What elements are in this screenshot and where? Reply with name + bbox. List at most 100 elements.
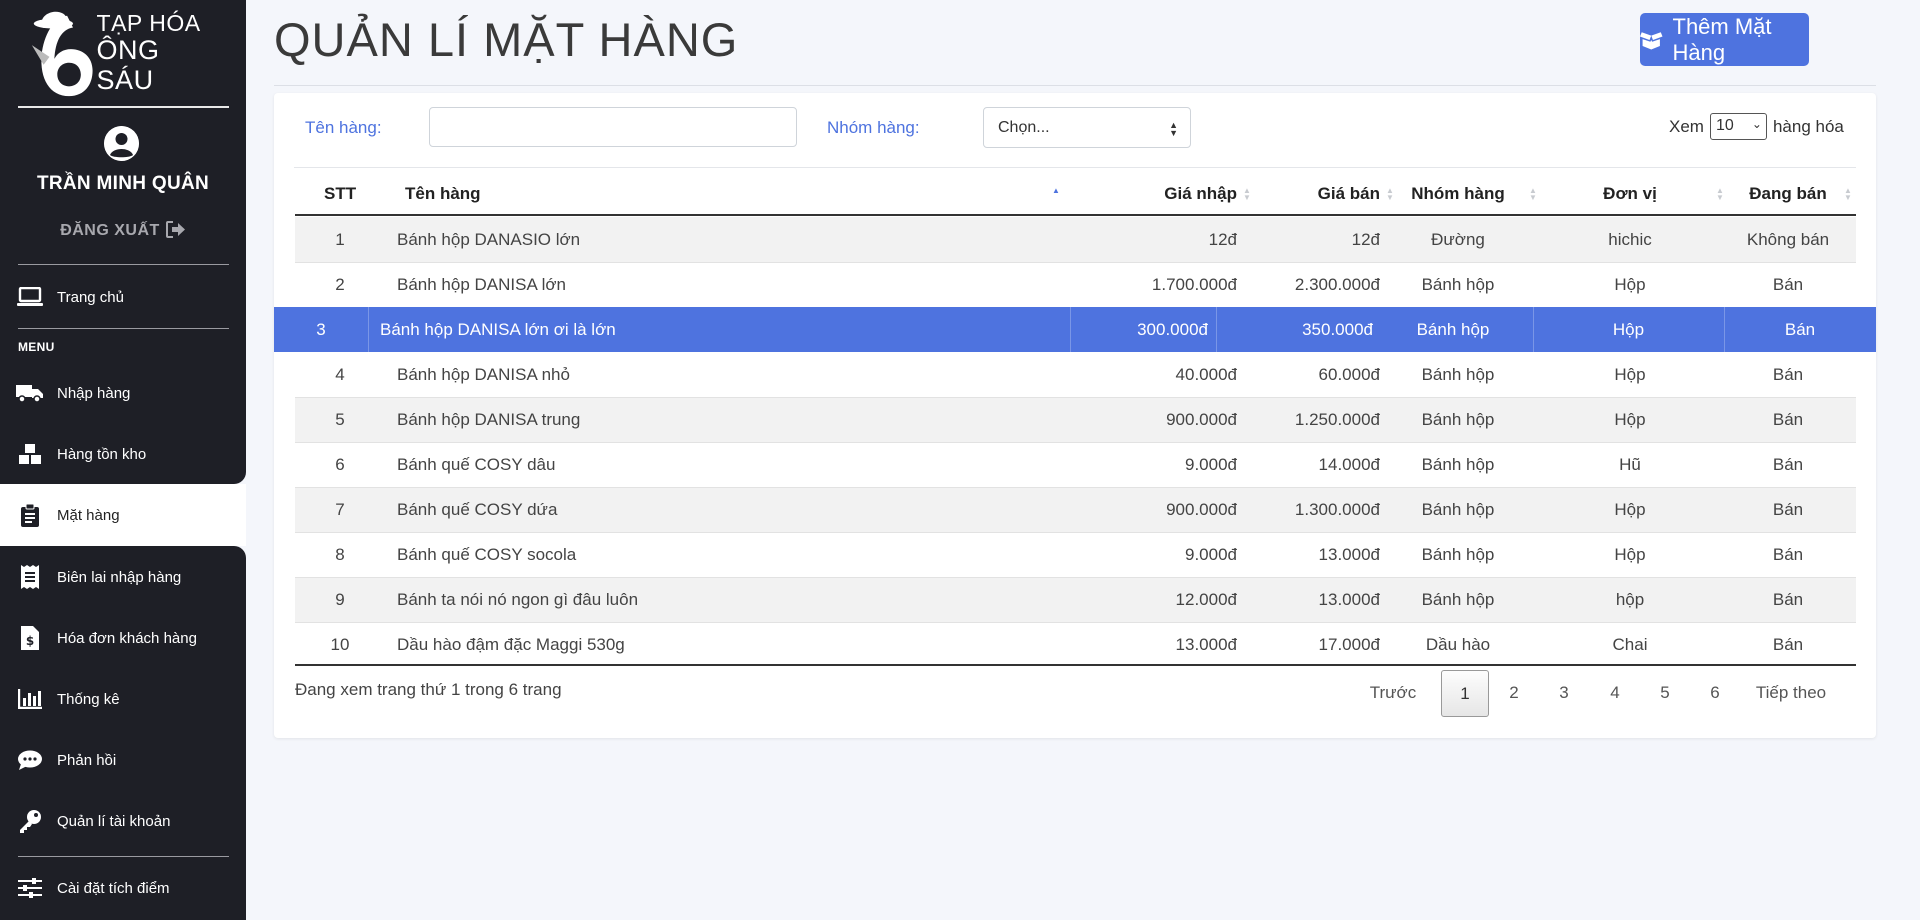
cell-group: Bánh hộp — [1421, 455, 1495, 474]
logout-label: ĐĂNG XUẤT — [60, 222, 160, 239]
cell-stt: 5 — [335, 410, 345, 429]
cell-stt: 7 — [335, 500, 345, 519]
cell-group: Đường — [1431, 230, 1485, 249]
sidebar-item-statistics[interactable]: Thống kê — [0, 677, 246, 721]
column-header-group[interactable]: Nhóm hàng — [1393, 173, 1523, 214]
cell-stt: 9 — [335, 590, 345, 609]
sort-icon[interactable]: ▲ ▼ — [1716, 187, 1724, 202]
name-filter-label: Tên hàng: — [305, 118, 382, 137]
cell-group: Bánh hộp — [1421, 275, 1495, 294]
user-avatar-icon — [104, 126, 139, 161]
box-open-icon — [1640, 31, 1663, 50]
column-header-import-price[interactable]: Giá nhập — [1082, 173, 1237, 214]
sidebar-item-label: Phản hồi — [57, 751, 117, 769]
sidebar-item-label: Quản lí tài khoản — [57, 812, 171, 830]
sidebar-item-customer-invoices[interactable]: $ Hóa đơn khách hàng — [0, 616, 246, 660]
cell-name: Bánh quế COSY dứa — [397, 500, 558, 519]
cell-sale-price: 2.300.000đ — [1294, 275, 1380, 294]
menu-section-label: MENU — [18, 340, 55, 354]
table-bottom-border — [295, 664, 1856, 666]
table-row[interactable]: 7 Bánh quế COSY dứa 900.000đ 1.300.000đ … — [295, 487, 1856, 532]
pagination-page-3[interactable]: 3 — [1541, 670, 1587, 715]
group-filter-select[interactable]: Chọn... ▲ ▼ — [983, 107, 1191, 148]
cell-stt: 1 — [335, 230, 345, 249]
sidebar-item-feedback[interactable]: Phản hồi — [0, 738, 246, 782]
boxes-icon — [16, 442, 44, 466]
cell-unit: Hộp — [1614, 365, 1646, 384]
receipt-icon — [16, 565, 44, 589]
cell-on-sale: Bán — [1772, 590, 1804, 609]
cell-import-price: 1.700.000đ — [1151, 275, 1237, 294]
user-divider — [18, 264, 229, 265]
column-header-name[interactable]: Tên hàng — [405, 173, 481, 214]
table-row[interactable]: 6 Bánh quế COSY dâu 9.000đ 14.000đ Bánh … — [295, 442, 1856, 487]
pagination-page-4[interactable]: 4 — [1592, 670, 1638, 715]
app-logo[interactable]: TẠP HÓA ÔNG SÁU — [24, 4, 222, 102]
table-row[interactable]: 8 Bánh quế COSY socola 9.000đ 13.000đ Bá… — [295, 532, 1856, 577]
column-header-on-sale[interactable]: Đang bán — [1728, 173, 1848, 214]
row-divider — [295, 262, 1856, 263]
cell-group: Bánh hộp — [1421, 365, 1495, 384]
laptop-icon — [16, 285, 44, 309]
table-row[interactable]: 1 Bánh hộp DANASIO lớn 12đ 12đ Đường hic… — [295, 217, 1856, 262]
column-header-unit[interactable]: Đơn vị — [1550, 173, 1710, 214]
chart-icon — [16, 687, 44, 711]
chevron-down-icon: ⌄ — [1751, 117, 1762, 131]
sidebar-item-import-receipts[interactable]: Biên lai nhập hàng — [0, 555, 246, 599]
table-row-selected[interactable]: 3 Bánh hộp DANISA lớn ơi là lớn 300.000đ… — [274, 307, 1876, 352]
cell-import-price: 300.000đ — [1137, 320, 1208, 339]
cell-sale-price: 12đ — [1351, 230, 1380, 249]
logo-line-2: ÔNG SÁU — [96, 34, 160, 95]
sort-icon[interactable]: ▲ ▼ — [1529, 187, 1537, 202]
sidebar-item-home[interactable]: Trang chủ — [0, 275, 246, 319]
table-row[interactable]: 5 Bánh hộp DANISA trung 900.000đ 1.250.0… — [295, 397, 1856, 442]
cell-import-price: 9.000đ — [1185, 455, 1237, 474]
sidebar-item-points-settings[interactable]: Cài đặt tích điểm — [0, 866, 246, 910]
table-row[interactable]: 4 Bánh hộp DANISA nhỏ 40.000đ 60.000đ Bá… — [295, 352, 1856, 397]
sidebar-bottom-panel — [0, 546, 246, 920]
cell-import-price: 9.000đ — [1185, 545, 1237, 564]
filter-divider — [294, 167, 1856, 168]
pagination-page-5[interactable]: 5 — [1642, 670, 1688, 715]
row-divider — [295, 487, 1856, 488]
pagination-next[interactable]: Tiếp theo — [1746, 670, 1836, 715]
page-size-select[interactable]: 10 ⌄ — [1709, 113, 1767, 140]
cell-group: Bánh hộp — [1421, 500, 1495, 519]
sort-asc-icon[interactable]: ▲ — [1052, 187, 1060, 195]
table-row[interactable]: 2 Bánh hộp DANISA lớn 1.700.000đ 2.300.0… — [295, 262, 1856, 307]
column-separator — [368, 307, 369, 352]
column-header-sale-price[interactable]: Giá bán — [1230, 173, 1380, 214]
pagination-page-1[interactable]: 1 — [1441, 670, 1489, 717]
pagination-prev[interactable]: Trước — [1364, 670, 1422, 715]
cell-sale-price: 14.000đ — [1318, 455, 1380, 474]
sidebar-item-inventory[interactable]: Hàng tồn kho — [0, 432, 246, 476]
add-product-button[interactable]: Thêm Mặt Hàng — [1640, 13, 1809, 66]
sidebar-item-import[interactable]: Nhập hàng — [0, 371, 246, 415]
row-divider — [295, 442, 1856, 443]
sliders-icon — [16, 876, 44, 900]
cell-sale-price: 13.000đ — [1318, 545, 1380, 564]
table-row[interactable]: 10 Dầu hào đậm đặc Maggi 530g 13.000đ 17… — [295, 622, 1856, 667]
name-filter-input[interactable] — [429, 107, 797, 147]
sidebar-item-label: Hóa đơn khách hàng — [57, 629, 197, 647]
column-header-stt[interactable]: STT — [324, 173, 356, 214]
sidebar-item-label: Hàng tồn kho — [57, 445, 147, 463]
logout-link[interactable]: ĐĂNG XUẤT — [0, 221, 246, 240]
table-row[interactable]: 9 Bánh ta nói nó ngon gì đâu luôn 12.000… — [295, 577, 1856, 622]
cell-unit: Hũ — [1619, 455, 1641, 474]
cell-sale-price: 1.300.000đ — [1294, 500, 1380, 519]
page-size-prefix: Xem — [1669, 116, 1704, 136]
cell-name: Bánh quế COSY dâu — [397, 455, 556, 474]
row-divider — [295, 577, 1856, 578]
sort-icon[interactable]: ▲ ▼ — [1844, 187, 1852, 202]
cell-on-sale: Bán — [1772, 635, 1804, 654]
cell-stt: 8 — [335, 545, 345, 564]
pagination-page-2[interactable]: 2 — [1491, 670, 1537, 715]
sidebar-item-accounts[interactable]: Quản lí tài khoản — [0, 799, 246, 843]
cell-group: Bánh hộp — [1421, 545, 1495, 564]
cell-unit: Hộp — [1614, 275, 1646, 294]
page-size-value: 10 — [1715, 117, 1734, 134]
sidebar-item-products[interactable]: Mặt hàng — [0, 484, 246, 546]
pagination-page-6[interactable]: 6 — [1692, 670, 1738, 715]
cell-import-price: 12.000đ — [1175, 590, 1237, 609]
